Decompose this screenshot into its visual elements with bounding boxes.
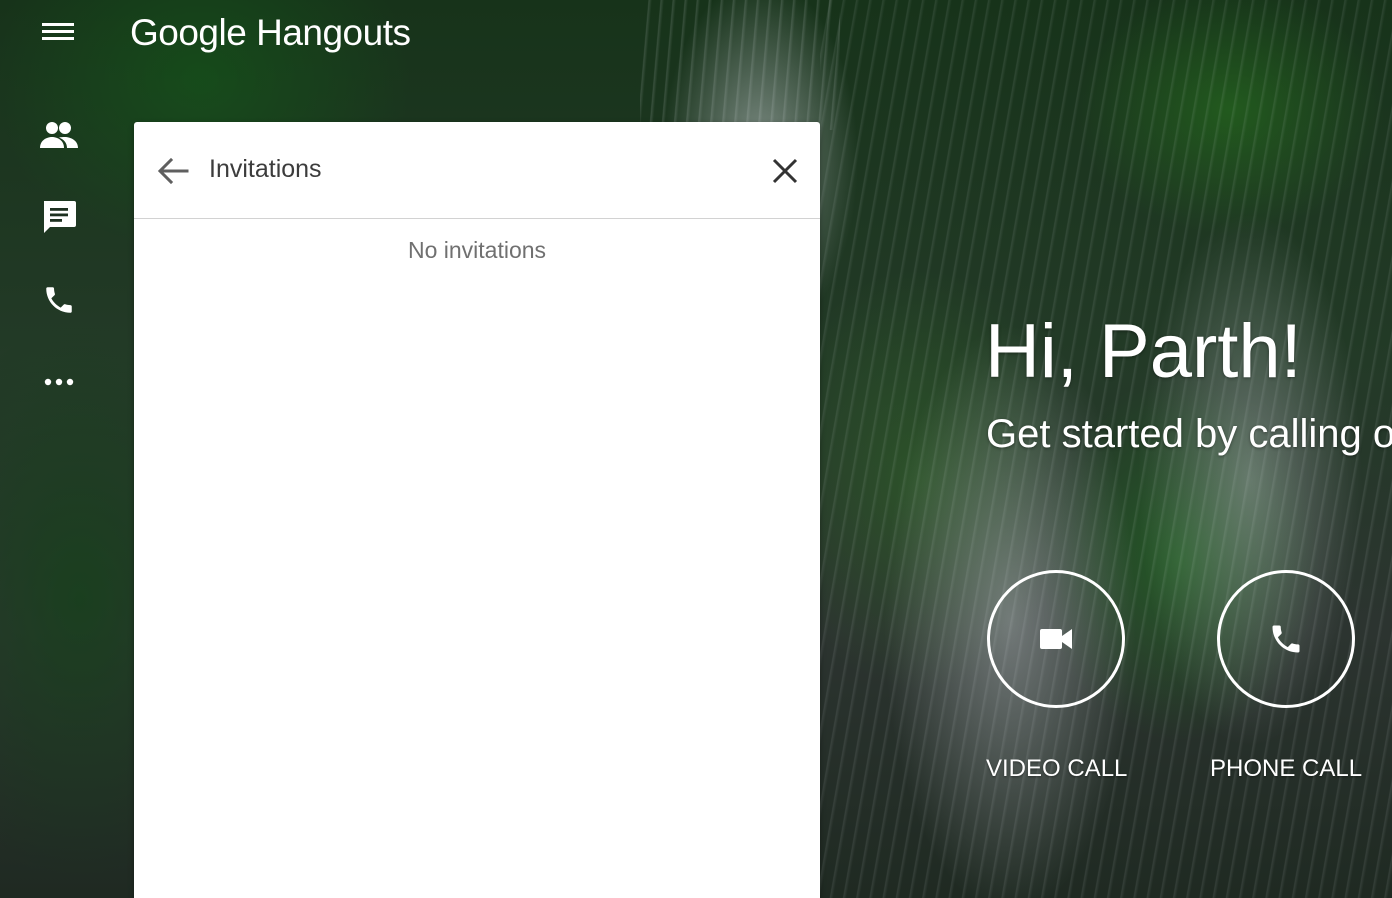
invitations-panel: Invitations No invitations <box>134 122 820 898</box>
phone-call-button[interactable] <box>1217 570 1355 708</box>
nav-conversations-button[interactable] <box>38 197 80 237</box>
video-call-button[interactable] <box>987 570 1125 708</box>
menu-line <box>42 37 74 40</box>
hamburger-menu-icon[interactable] <box>38 18 78 48</box>
empty-state-message: No invitations <box>407 237 547 263</box>
greeting-heading: Hi, Parth! <box>985 309 1302 394</box>
menu-line <box>42 30 74 33</box>
close-icon <box>772 158 798 184</box>
background-texture-top <box>640 0 840 130</box>
phone-call-label[interactable]: PHONE CALL <box>1210 755 1362 783</box>
people-icon <box>40 122 78 148</box>
nav-more-button[interactable] <box>38 362 80 402</box>
panel-title: Invitations <box>209 155 322 183</box>
video-camera-icon <box>1040 629 1072 649</box>
menu-line <box>42 23 74 26</box>
chat-icon <box>44 201 76 233</box>
brand-product: Hangouts <box>256 12 411 53</box>
app-logo: Google Hangouts <box>130 12 411 54</box>
greeting-subtext: Get started by calling o <box>986 412 1392 456</box>
hangouts-app: Google Hangouts Invitations No invitatio… <box>0 0 1392 898</box>
nav-contacts-button[interactable] <box>38 115 80 155</box>
brand-google: Google <box>130 12 247 53</box>
back-button[interactable] <box>154 152 192 190</box>
more-icon <box>44 378 74 386</box>
panel-header: Invitations <box>134 122 820 219</box>
nav-phone-calls-button[interactable] <box>38 280 80 320</box>
arrow-back-icon <box>157 157 189 185</box>
phone-icon <box>1272 625 1300 653</box>
phone-icon <box>46 287 72 313</box>
video-call-label[interactable]: VIDEO CALL <box>986 755 1127 783</box>
close-button[interactable] <box>766 152 804 190</box>
